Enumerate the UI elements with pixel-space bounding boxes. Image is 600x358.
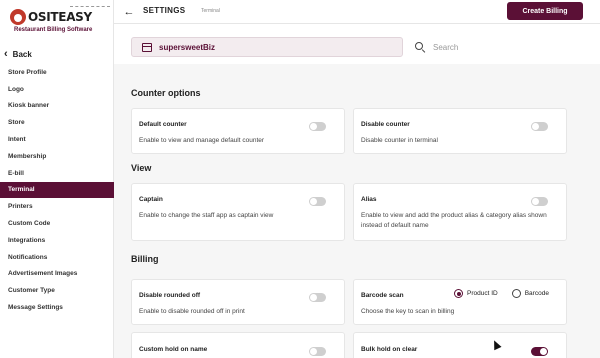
page-subtitle: Terminal bbox=[201, 8, 220, 14]
section-title-counter-options: Counter options bbox=[131, 88, 201, 98]
logo-text: OSITEASY bbox=[28, 10, 92, 24]
sidebar-item-intent[interactable]: Intent bbox=[0, 131, 114, 148]
radio-label: Product ID bbox=[467, 290, 498, 297]
card-desc: Disable counter in terminal bbox=[361, 137, 438, 144]
card-desc: Enable to view and manage default counte… bbox=[139, 137, 265, 144]
sidebar-back-button[interactable]: ‹ Back bbox=[4, 46, 32, 62]
section-title-billing: Billing bbox=[131, 254, 159, 264]
sidebar-item-kiosk-banner[interactable]: Kiosk banner bbox=[0, 98, 114, 115]
card-title: Disable counter bbox=[361, 121, 410, 128]
sidebar-item-integrations[interactable]: Integrations bbox=[0, 232, 114, 249]
barcode-scan-options: Product ID Barcode bbox=[454, 289, 549, 298]
back-label: Back bbox=[12, 49, 32, 59]
sidebar: OSITEASY Restaurant Billing Software ‹ B… bbox=[0, 0, 114, 358]
header-back-arrow-icon[interactable]: ← bbox=[122, 5, 136, 19]
card-title: Captain bbox=[139, 196, 163, 203]
card-title: Alias bbox=[361, 196, 377, 203]
card-bulk-hold-on-clear: Bulk hold on clear bbox=[353, 332, 567, 358]
card-custom-hold-on-name: Custom hold on name bbox=[131, 332, 345, 358]
app-logo: OSITEASY Restaurant Billing Software bbox=[6, 6, 110, 40]
card-captain: Captain Enable to change the staff app a… bbox=[131, 183, 345, 241]
card-barcode-scan: Barcode scan Choose the key to scan in b… bbox=[353, 279, 567, 325]
logo-tagline: Restaurant Billing Software bbox=[14, 27, 93, 33]
store-selector[interactable]: supersweetBiz bbox=[131, 37, 403, 57]
default-counter-toggle[interactable] bbox=[309, 122, 326, 131]
chevron-left-icon: ‹ bbox=[4, 47, 8, 60]
card-desc: Enable to view and add the product alias… bbox=[361, 212, 547, 229]
sidebar-item-membership[interactable]: Membership bbox=[0, 148, 114, 165]
sidebar-item-store-profile[interactable]: Store Profile bbox=[0, 64, 114, 81]
custom-hold-on-name-toggle[interactable] bbox=[309, 347, 326, 356]
card-title: Barcode scan bbox=[361, 292, 404, 299]
sidebar-item-terminal[interactable]: Terminal bbox=[0, 181, 114, 199]
sidebar-item-logo[interactable]: Logo bbox=[0, 81, 114, 98]
card-default-counter: Default counter Enable to view and manag… bbox=[131, 108, 345, 154]
create-billing-button[interactable]: Create Billing bbox=[507, 2, 583, 20]
radio-dot-icon bbox=[511, 289, 521, 298]
disable-counter-toggle[interactable] bbox=[531, 122, 548, 131]
card-desc: Choose the key to scan in billing bbox=[361, 308, 455, 315]
search-bar[interactable]: Search bbox=[411, 37, 594, 57]
page-title: SETTINGS bbox=[143, 6, 186, 15]
card-title: Custom hold on name bbox=[139, 346, 208, 353]
card-desc: Enable to change the staff app as captai… bbox=[139, 212, 274, 219]
sidebar-item-advertisement-images[interactable]: Advertisement Images bbox=[0, 266, 114, 283]
bulk-hold-on-clear-toggle[interactable] bbox=[531, 347, 548, 356]
card-desc: Enable to disable rounded off in print bbox=[139, 308, 245, 315]
sidebar-item-notifications[interactable]: Notifications bbox=[0, 249, 114, 266]
radio-barcode[interactable]: Barcode bbox=[511, 289, 549, 298]
search-input[interactable]: Search bbox=[433, 43, 458, 52]
card-title: Disable rounded off bbox=[139, 292, 201, 299]
disable-rounded-off-toggle[interactable] bbox=[309, 293, 326, 302]
radio-label: Barcode bbox=[524, 290, 549, 297]
radio-product-id[interactable]: Product ID bbox=[454, 289, 498, 298]
captain-toggle[interactable] bbox=[309, 197, 326, 206]
radio-dot-icon bbox=[454, 289, 463, 298]
card-title: Default counter bbox=[139, 121, 187, 128]
sidebar-item-custom-code[interactable]: Custom Code bbox=[0, 215, 114, 232]
store-name: supersweetBiz bbox=[159, 42, 216, 52]
sidebar-item-e-bill[interactable]: E-bill bbox=[0, 165, 114, 182]
store-icon bbox=[142, 42, 152, 52]
sidebar-item-store[interactable]: Store bbox=[0, 114, 114, 131]
section-title-view: View bbox=[131, 163, 152, 173]
top-bar: ← SETTINGS Terminal Create Billing bbox=[114, 0, 600, 24]
sidebar-item-message-settings[interactable]: Message Settings bbox=[0, 299, 114, 316]
card-disable-rounded-off: Disable rounded off Enable to disable ro… bbox=[131, 279, 345, 325]
card-alias: Alias Enable to view and add the product… bbox=[353, 183, 567, 241]
sidebar-nav: Store Profile Logo Kiosk banner Store In… bbox=[0, 64, 114, 316]
alias-toggle[interactable] bbox=[531, 197, 548, 206]
card-title: Bulk hold on clear bbox=[361, 346, 418, 353]
store-row: supersweetBiz Search bbox=[114, 24, 600, 64]
sidebar-item-printers[interactable]: Printers bbox=[0, 198, 114, 215]
santa-logo-icon bbox=[10, 9, 26, 25]
sidebar-item-customer-type[interactable]: Customer Type bbox=[0, 282, 114, 299]
search-icon bbox=[415, 42, 425, 52]
card-disable-counter: Disable counter Disable counter in termi… bbox=[353, 108, 567, 154]
settings-content: Counter options Default counter Enable t… bbox=[114, 64, 600, 358]
